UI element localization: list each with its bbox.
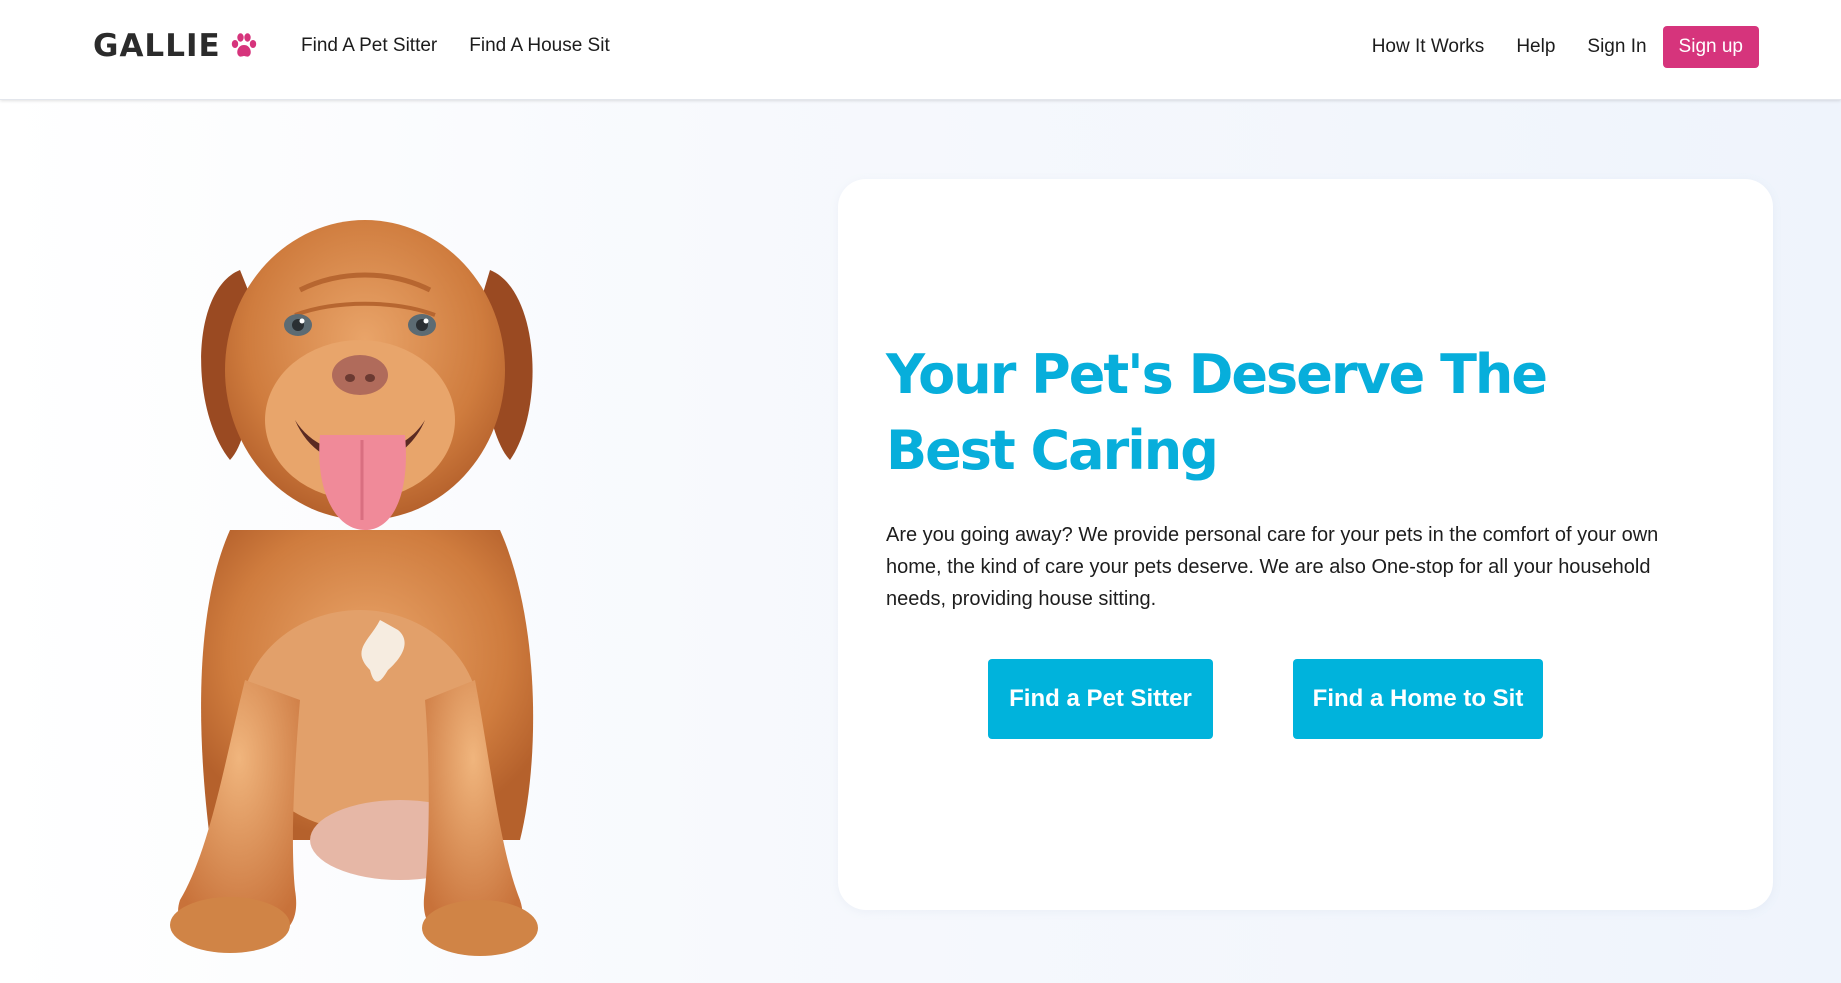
nav-find-house-sit[interactable]: Find A House Sit bbox=[469, 35, 609, 57]
nav-help[interactable]: Help bbox=[1516, 36, 1555, 58]
nav-find-pet-sitter[interactable]: Find A Pet Sitter bbox=[301, 35, 437, 57]
hero-card: Your Pet's Deserve The Best Caring Are y… bbox=[838, 179, 1773, 910]
nav-how-it-works[interactable]: How It Works bbox=[1372, 36, 1485, 58]
site-header: GALLIE Find A Pet Sitter Find A House Si… bbox=[0, 0, 1841, 100]
paw-icon bbox=[231, 33, 256, 57]
find-pet-sitter-button[interactable]: Find a Pet Sitter bbox=[988, 659, 1213, 739]
secondary-nav: How It Works Help Sign In Sign up bbox=[1372, 26, 1759, 68]
logo-text: GALLIE bbox=[93, 28, 221, 64]
logo[interactable]: GALLIE bbox=[93, 28, 259, 64]
primary-nav: Find A Pet Sitter Find A House Sit bbox=[301, 35, 610, 57]
nav-sign-in[interactable]: Sign In bbox=[1587, 36, 1646, 58]
puppy-illustration bbox=[170, 220, 538, 956]
signup-button[interactable]: Sign up bbox=[1662, 26, 1759, 68]
hero-description: Are you going away? We provide personal … bbox=[886, 524, 1659, 610]
puppy-image bbox=[120, 200, 640, 960]
find-home-to-sit-button[interactable]: Find a Home to Sit bbox=[1293, 659, 1543, 739]
hero-title: Your Pet's Deserve The Best Caring bbox=[886, 343, 1548, 482]
